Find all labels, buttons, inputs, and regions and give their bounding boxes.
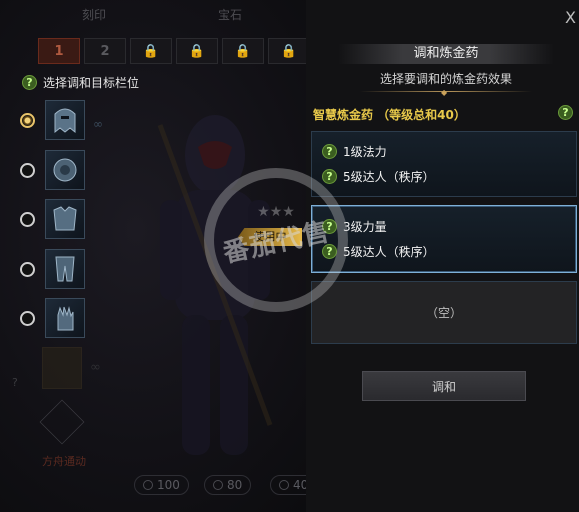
slot-row-chest[interactable] xyxy=(20,199,85,239)
panel-title: 调和炼金药 xyxy=(338,44,554,64)
effect-option-empty[interactable]: （空） xyxy=(311,281,577,344)
slot-tab-locked-4[interactable]: 🔒 xyxy=(268,38,310,64)
radio-button[interactable] xyxy=(20,310,35,326)
slot-header: ? 选择调和目标栏位 xyxy=(22,74,139,91)
stat-pill: 100 xyxy=(134,475,189,495)
radio-button[interactable] xyxy=(20,112,35,128)
lock-icon: 🔒 xyxy=(142,43,160,59)
effect-option-1[interactable]: ? 1级法力 ? 5级达人（秩序） xyxy=(311,131,577,197)
stat-icon xyxy=(279,480,289,490)
stat-icon xyxy=(213,480,223,490)
slot-row-shoulder[interactable] xyxy=(20,150,85,190)
effect-text: 5级达人（秩序） xyxy=(343,245,435,259)
lock-icon: 🔒 xyxy=(234,43,252,59)
effect-line: ? 5级达人（秩序） xyxy=(322,168,435,185)
link-icon: ∞ xyxy=(93,117,103,131)
effect-text: 5级达人（秩序） xyxy=(343,170,435,184)
shoulder-armor-icon[interactable] xyxy=(45,150,85,190)
slot-header-label: 选择调和目标栏位 xyxy=(43,76,140,90)
slot-row-legs[interactable] xyxy=(20,249,85,289)
radio-button[interactable] xyxy=(20,162,35,178)
effect-option-2[interactable]: ? 3级力量 ? 5级达人（秩序） xyxy=(311,205,577,273)
lock-icon: 🔒 xyxy=(280,43,298,59)
diamond-icon: ◆ xyxy=(441,88,448,97)
close-button[interactable]: X xyxy=(565,8,576,27)
mix-button[interactable]: 调和 xyxy=(362,371,526,401)
slot-tab-locked-3[interactable]: 🔒 xyxy=(222,38,264,64)
help-icon[interactable]: ? xyxy=(322,169,337,184)
radio-button[interactable] xyxy=(20,261,35,277)
potion-title: 智慧炼金药 （等级总和40） xyxy=(313,108,466,122)
stat-value: 100 xyxy=(157,478,180,492)
slot-row-helmet[interactable] xyxy=(20,100,85,140)
slot-tab-2[interactable]: 2 xyxy=(84,38,126,64)
emblem-label: 方舟通动 xyxy=(42,455,86,468)
stat-pill: 80 xyxy=(204,475,252,495)
help-icon: ? xyxy=(12,376,18,389)
radio-button[interactable] xyxy=(20,211,35,227)
slot-row-gauntlet[interactable] xyxy=(20,298,85,338)
empty-label: （空） xyxy=(312,282,576,343)
panel-subtitle: 选择要调和的炼金药效果 xyxy=(379,72,512,86)
tab-gem[interactable]: 宝石 xyxy=(218,6,242,23)
stat-icon xyxy=(143,480,153,490)
chest-armor-icon[interactable] xyxy=(45,199,85,239)
helmet-icon[interactable] xyxy=(45,100,85,140)
slot-tab-locked-1[interactable]: 🔒 xyxy=(130,38,172,64)
help-icon[interactable]: ? xyxy=(322,144,337,159)
watermark-seal: ★★★ 番茄代售 xyxy=(204,168,348,312)
slot-tab-locked-2[interactable]: 🔒 xyxy=(176,38,218,64)
effect-text: 3级力量 xyxy=(343,220,387,234)
lock-icon: 🔒 xyxy=(188,43,206,59)
empty-equip-slot xyxy=(42,347,82,389)
leg-armor-icon[interactable] xyxy=(45,249,85,289)
help-icon[interactable]: ? xyxy=(22,75,37,90)
effect-line: ? 1级法力 xyxy=(322,143,387,160)
help-icon[interactable]: ? xyxy=(558,105,573,120)
tab-engraving[interactable]: 刻印 xyxy=(82,6,106,23)
gauntlet-icon[interactable] xyxy=(45,298,85,338)
effect-text: 1级法力 xyxy=(343,145,387,159)
slot-tab-1[interactable]: 1 xyxy=(38,38,80,64)
link-icon: ∞ xyxy=(90,360,101,375)
stat-value: 80 xyxy=(227,478,243,492)
